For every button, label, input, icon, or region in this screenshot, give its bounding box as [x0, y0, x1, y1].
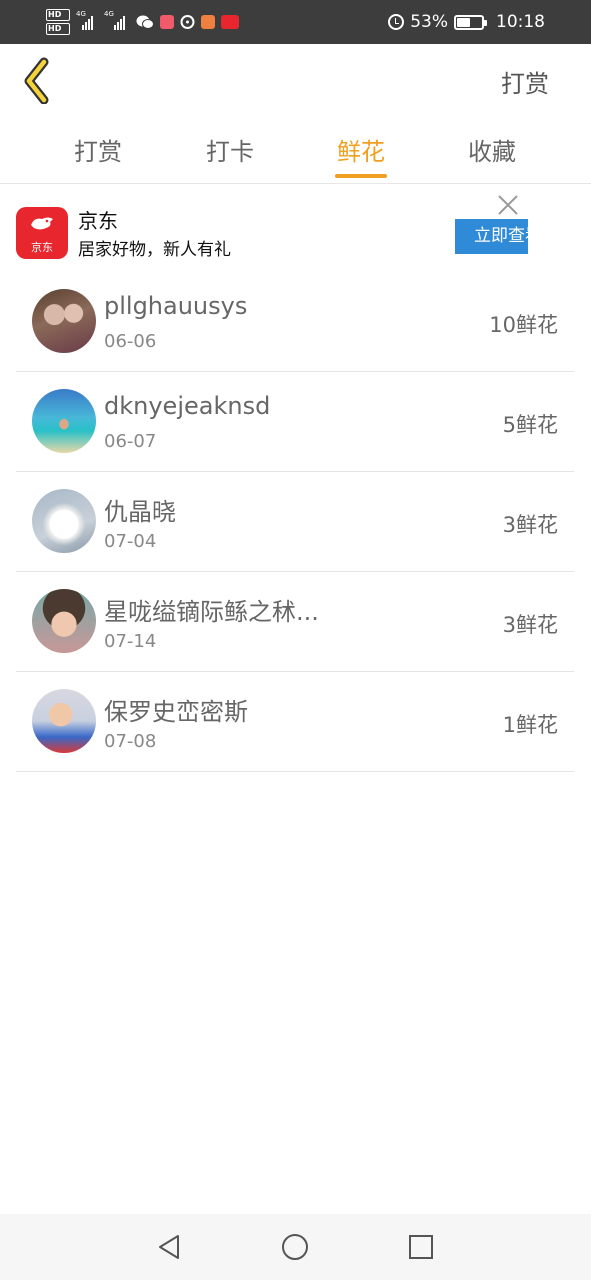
flower-count: 10鲜花 — [489, 313, 558, 337]
user-name: dknyejeaknsd — [104, 392, 271, 420]
avatar[interactable] — [32, 289, 96, 353]
battery-percent: 53% — [410, 12, 448, 32]
avatar[interactable] — [32, 689, 96, 753]
list-item[interactable]: 星咙缢镝际鲧之秫... 07-14 3鲜花 — [16, 572, 574, 672]
nav-recents-button[interactable] — [406, 1232, 436, 1262]
avatar[interactable] — [32, 589, 96, 653]
status-bar: HD HD 4G 4G 53% 10:18 — [0, 0, 591, 44]
nav-home-button[interactable] — [280, 1232, 310, 1262]
close-icon — [498, 195, 518, 215]
gift-date: 07-04 — [104, 531, 157, 552]
list-item[interactable]: dknyejeaknsd 06-07 5鲜花 — [16, 372, 574, 472]
ad-subtitle: 居家好物，新人有礼 — [78, 240, 231, 260]
tab-bar: 打赏 打卡 鲜花 收藏 — [0, 118, 591, 184]
flower-count: 3鲜花 — [502, 513, 558, 537]
user-name: 星咙缢镝际鲧之秫... — [104, 598, 319, 626]
gift-date: 07-14 — [104, 631, 157, 652]
reader-app-icon — [160, 15, 174, 29]
tab-favorites[interactable]: 收藏 — [452, 132, 532, 167]
avatar[interactable] — [32, 489, 96, 553]
user-name: 仇晶晓 — [104, 498, 176, 526]
list-item[interactable]: 仇晶晓 07-04 3鲜花 — [16, 472, 574, 572]
tab-flowers[interactable]: 鲜花 — [321, 132, 401, 167]
jd-logo: 京东 — [16, 207, 68, 259]
clock: 10:18 — [496, 12, 545, 32]
flower-count: 1鲜花 — [502, 713, 558, 737]
gift-date: 06-06 — [104, 331, 157, 352]
hd-badge-2: HD — [46, 23, 70, 35]
flower-count: 3鲜花 — [502, 613, 558, 637]
avatar[interactable] — [32, 389, 96, 453]
ad-title: 京东 — [78, 209, 118, 233]
network-label-1: 4G — [76, 10, 86, 18]
chevron-left-icon — [24, 57, 49, 105]
tab-checkin[interactable]: 打卡 — [190, 132, 270, 167]
system-nav-bar — [0, 1214, 591, 1280]
ad-view-button[interactable]: 立即查看 — [455, 219, 528, 254]
flower-list: pllghauusys 06-06 10鲜花 dknyejeaknsd 06-0… — [16, 272, 574, 772]
flower-count: 5鲜花 — [502, 413, 558, 437]
jd-dog-icon — [31, 217, 53, 230]
reward-action[interactable]: 打赏 — [501, 64, 549, 99]
battery-icon — [454, 14, 487, 30]
list-item[interactable]: 保罗史峦密斯 07-08 1鲜花 — [16, 672, 574, 772]
signal-icon-1: 4G — [76, 10, 98, 30]
header: 打赏 — [0, 44, 591, 118]
gift-date: 07-08 — [104, 731, 157, 752]
wechat-icon — [136, 15, 154, 29]
battery-fill — [457, 17, 470, 27]
network-label-2: 4G — [104, 10, 114, 18]
alarm-icon — [388, 14, 405, 30]
message-icon — [180, 14, 195, 29]
status-left: HD HD 4G 4G — [46, 6, 239, 38]
nav-back-button[interactable] — [155, 1232, 185, 1262]
user-name: 保罗史峦密斯 — [104, 698, 248, 726]
health-app-icon — [201, 15, 215, 29]
hd-indicator: HD HD — [46, 9, 70, 35]
jd-logo-text: 京东 — [31, 241, 53, 254]
back-button[interactable] — [18, 56, 62, 105]
hd-badge-1: HD — [46, 9, 70, 21]
triangle-back-icon — [159, 1235, 179, 1259]
square-recents-icon — [409, 1235, 433, 1259]
active-tab-indicator — [335, 174, 387, 178]
ad-banner[interactable]: 京东 京东 居家好物，新人有礼 立即查看 — [0, 185, 591, 277]
shop-app-icon — [221, 15, 239, 29]
gift-date: 06-07 — [104, 431, 157, 452]
user-name: pllghauusys — [104, 292, 248, 320]
status-right: 53% 10:18 — [388, 0, 545, 44]
ad-close-button[interactable] — [496, 193, 520, 217]
tab-reward[interactable]: 打赏 — [58, 132, 138, 167]
signal-icon-2: 4G — [104, 10, 130, 30]
list-item[interactable]: pllghauusys 06-06 10鲜花 — [16, 272, 574, 372]
circle-home-icon — [282, 1234, 308, 1260]
